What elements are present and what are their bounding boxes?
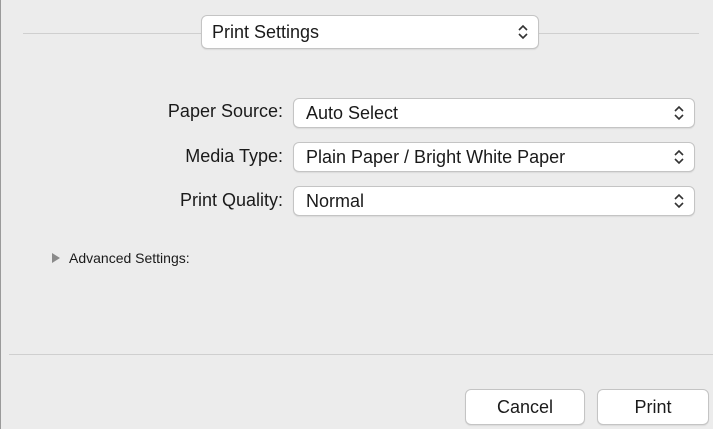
- header-divider-right: [539, 33, 699, 34]
- disclosure-triangle-icon: [52, 253, 60, 263]
- print-quality-label: Print Quality:: [179, 190, 283, 210]
- paper-source-label: Paper Source:: [167, 101, 283, 121]
- print-dialog: Print Settings Paper Source: Auto Select…: [0, 0, 713, 429]
- print-quality-popup[interactable]: Normal: [293, 186, 695, 216]
- paper-source-popup[interactable]: Auto Select: [293, 98, 695, 128]
- media-type-label: Media Type:: [185, 146, 283, 166]
- chevron-updown-icon: [674, 105, 684, 121]
- print-quality-value: Normal: [306, 191, 365, 211]
- paper-source-value: Auto Select: [306, 103, 399, 123]
- media-type-popup[interactable]: Plain Paper / Bright White Paper: [293, 142, 695, 172]
- advanced-settings-disclosure[interactable]: Advanced Settings:: [51, 250, 190, 266]
- panel-selector-label: Print Settings: [212, 22, 320, 42]
- chevron-updown-icon: [518, 24, 528, 40]
- media-type-value: Plain Paper / Bright White Paper: [306, 147, 566, 167]
- header-divider-left: [23, 33, 201, 34]
- cancel-button[interactable]: Cancel: [465, 389, 585, 425]
- print-button[interactable]: Print: [597, 389, 709, 425]
- footer-divider: [9, 354, 713, 355]
- chevron-updown-icon: [674, 193, 684, 209]
- panel-selector-popup[interactable]: Print Settings: [201, 15, 539, 49]
- advanced-settings-label: Advanced Settings:: [69, 250, 190, 266]
- chevron-updown-icon: [674, 149, 684, 165]
